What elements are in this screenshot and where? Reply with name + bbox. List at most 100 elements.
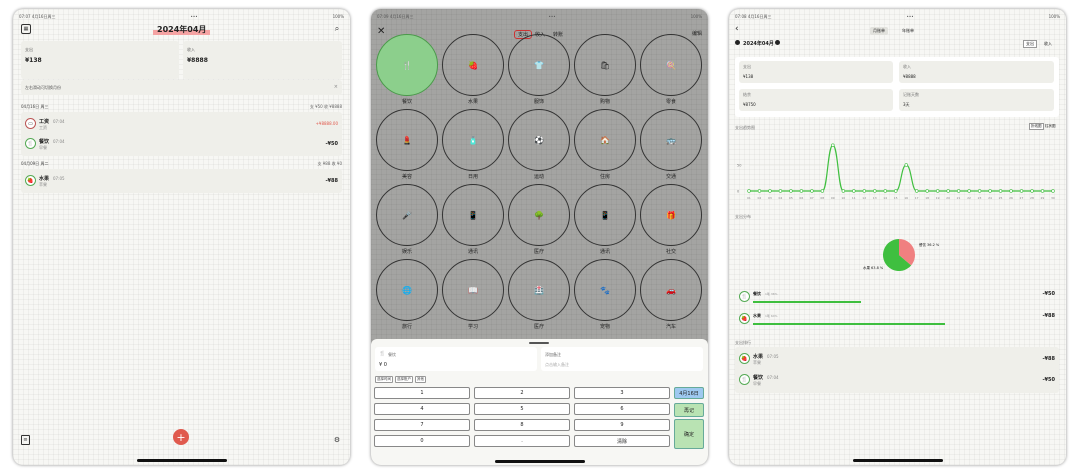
key-again[interactable]: 再记 bbox=[674, 403, 704, 417]
category-button[interactable]: 🎤 bbox=[376, 184, 438, 246]
key-digit[interactable]: 1 bbox=[374, 387, 470, 399]
category-button[interactable]: ⚽ bbox=[508, 109, 570, 171]
category-button[interactable]: 🎁 bbox=[640, 184, 702, 246]
category-button[interactable]: 📖 bbox=[442, 259, 504, 321]
category-button[interactable]: 💄 bbox=[376, 109, 438, 171]
trend-point[interactable] bbox=[998, 189, 1003, 193]
search-icon[interactable]: ⌕ bbox=[332, 24, 342, 34]
key-digit[interactable]: 6 bbox=[574, 403, 670, 415]
key-digit[interactable]: 9 bbox=[574, 419, 670, 431]
prev-month-icon[interactable] bbox=[735, 40, 740, 45]
close-icon[interactable]: × bbox=[334, 84, 338, 90]
trend-point[interactable] bbox=[1030, 189, 1034, 193]
list-icon[interactable]: ≡ bbox=[21, 435, 30, 445]
trend-point[interactable] bbox=[935, 189, 940, 193]
trend-point[interactable] bbox=[1019, 189, 1024, 193]
trend-point[interactable] bbox=[852, 189, 856, 193]
category-button[interactable]: 🏥 bbox=[508, 259, 570, 321]
category-icon: 🏠 bbox=[600, 135, 610, 145]
key-digit[interactable]: . bbox=[474, 435, 570, 447]
key-digit[interactable]: 0 bbox=[374, 435, 470, 447]
key-digit[interactable]: 8 bbox=[474, 419, 570, 431]
key-digit[interactable]: 3 bbox=[574, 387, 670, 399]
category-button[interactable]: 👕 bbox=[508, 34, 570, 96]
key-digit[interactable]: 4 bbox=[374, 403, 470, 415]
tab-year-bill[interactable]: 年账单 bbox=[899, 27, 917, 35]
drag-handle[interactable] bbox=[529, 342, 549, 344]
line-chart-toggle[interactable]: 折线图 bbox=[1029, 123, 1044, 130]
item-note: 早餐 bbox=[753, 381, 761, 386]
pie-chart: 水果 63.8 % 餐饮 36.2 % bbox=[863, 239, 940, 271]
category-button[interactable]: 🚗 bbox=[640, 259, 702, 321]
key-confirm[interactable]: 确定 bbox=[674, 419, 704, 449]
trend-point[interactable] bbox=[831, 143, 835, 147]
trend-point[interactable] bbox=[977, 189, 982, 193]
month-title[interactable]: 2024年04月 bbox=[153, 24, 211, 35]
trend-point[interactable] bbox=[915, 189, 919, 193]
trend-point[interactable] bbox=[1009, 189, 1013, 193]
trend-point[interactable] bbox=[778, 189, 783, 193]
trend-point[interactable] bbox=[904, 163, 908, 167]
trend-point[interactable] bbox=[988, 189, 992, 193]
back-icon[interactable]: ‹ bbox=[735, 24, 739, 34]
trend-point[interactable] bbox=[967, 189, 971, 193]
item-time: 07:04 bbox=[53, 139, 65, 144]
trend-point[interactable] bbox=[956, 189, 961, 193]
trend-point[interactable] bbox=[873, 189, 877, 193]
trend-point[interactable] bbox=[789, 189, 793, 193]
trend-point[interactable] bbox=[894, 189, 898, 193]
other-chip[interactable]: 其他 bbox=[415, 376, 426, 383]
trend-point[interactable] bbox=[810, 189, 814, 193]
category-button[interactable]: 🌳 bbox=[508, 184, 570, 246]
edit-button[interactable]: 编辑 bbox=[692, 30, 702, 37]
key-digit[interactable]: 清除 bbox=[574, 435, 670, 447]
ranking-row[interactable]: 🍴 餐饮 1笔 36% -¥50 bbox=[735, 288, 1059, 308]
amount-field[interactable]: 🍴 餐饮 ¥ 0 bbox=[375, 347, 537, 371]
trend-point[interactable] bbox=[883, 189, 887, 193]
key-digit[interactable]: 2 bbox=[474, 387, 570, 399]
trend-point[interactable] bbox=[820, 189, 825, 193]
category-button[interactable]: 📱 bbox=[574, 184, 636, 246]
category-button[interactable]: 🐾 bbox=[574, 259, 636, 321]
choose-time-chip[interactable]: 选择时间 bbox=[375, 376, 393, 383]
trend-point[interactable] bbox=[747, 189, 751, 193]
stat-value: ¥8750 bbox=[743, 102, 756, 107]
category-button[interactable]: 🏠 bbox=[574, 109, 636, 171]
trend-point[interactable] bbox=[757, 189, 762, 193]
robot-icon[interactable]: ⚙ bbox=[332, 435, 342, 445]
trend-point[interactable] bbox=[1040, 189, 1045, 193]
key-digit[interactable]: 7 bbox=[374, 419, 470, 431]
category-selected[interactable]: 🍴 bbox=[376, 34, 438, 96]
trend-point[interactable] bbox=[768, 189, 772, 193]
type-expense[interactable]: 支出 bbox=[1023, 40, 1037, 48]
trend-point[interactable] bbox=[925, 189, 929, 193]
status-time: 07:09 bbox=[377, 14, 389, 19]
category-button[interactable]: 🌐 bbox=[376, 259, 438, 321]
close-icon[interactable]: ✕ bbox=[377, 26, 385, 37]
ranking-row[interactable]: 🍓 水果 1笔 64% -¥88 bbox=[735, 310, 1059, 330]
item-amount: -¥88 bbox=[325, 178, 338, 184]
category-button[interactable]: 📱 bbox=[442, 184, 504, 246]
key-digit[interactable]: 5 bbox=[474, 403, 570, 415]
tab-transfer[interactable]: 转账 bbox=[553, 31, 563, 38]
swipe-tip[interactable]: 左右滑动可切换月份 × bbox=[21, 80, 342, 95]
bar-chart-toggle[interactable]: 柱状图 bbox=[1045, 124, 1056, 129]
category-button[interactable]: 🍭 bbox=[640, 34, 702, 96]
tab-month-bill[interactable]: 月账单 bbox=[870, 27, 888, 35]
trend-point[interactable] bbox=[946, 189, 950, 193]
trend-point[interactable] bbox=[841, 189, 846, 193]
category-button[interactable]: 🍓 bbox=[442, 34, 504, 96]
category-button[interactable]: 🚌 bbox=[640, 109, 702, 171]
trend-point[interactable] bbox=[799, 189, 804, 193]
category-button[interactable]: 🛍 bbox=[574, 34, 636, 96]
category-button[interactable]: 🧴 bbox=[442, 109, 504, 171]
choose-account-chip[interactable]: 选择账户 bbox=[395, 376, 413, 383]
type-income[interactable]: 收入 bbox=[1044, 41, 1052, 47]
calendar-icon[interactable]: ▦ bbox=[21, 24, 31, 34]
trend-point[interactable] bbox=[862, 189, 867, 193]
note-field[interactable]: 添加备注 点击输入备注 bbox=[541, 347, 703, 371]
key-date[interactable]: 4月16日 bbox=[674, 387, 704, 399]
trend-point[interactable] bbox=[1051, 189, 1055, 193]
add-record-button[interactable]: + bbox=[173, 429, 189, 445]
next-month-icon[interactable] bbox=[775, 40, 780, 45]
